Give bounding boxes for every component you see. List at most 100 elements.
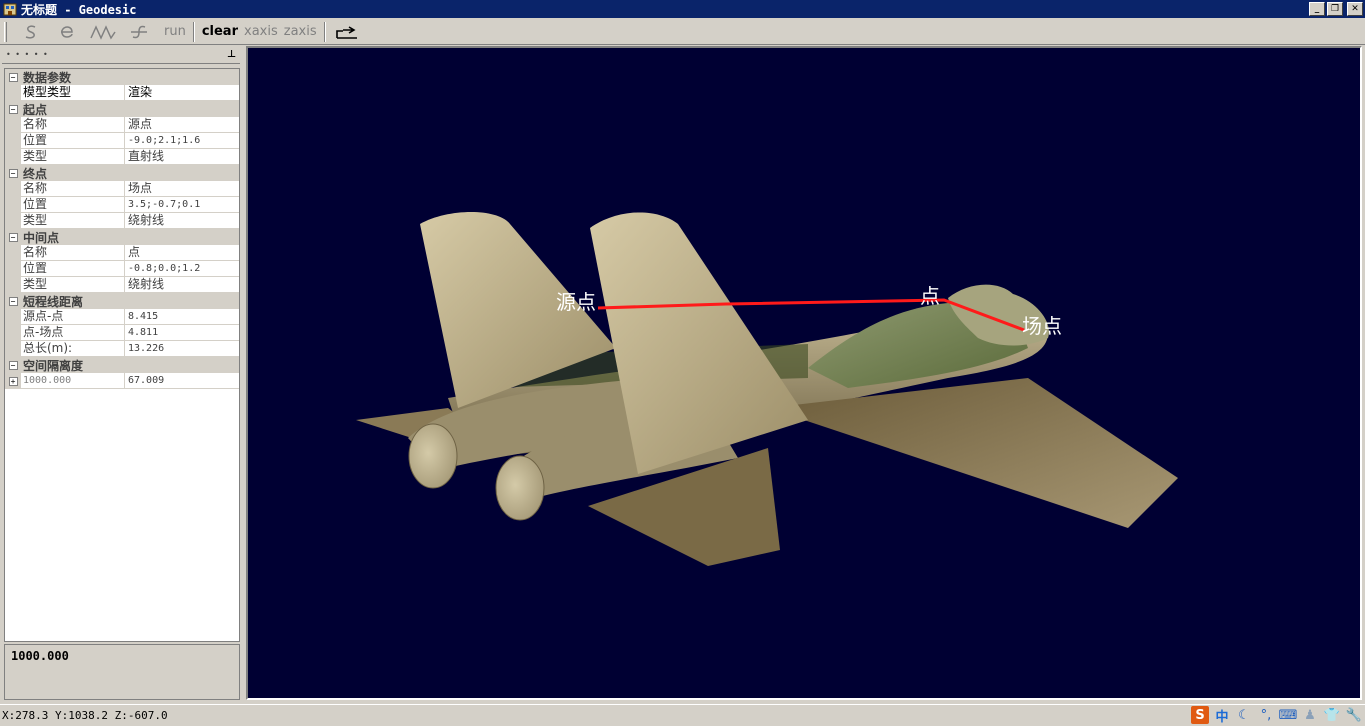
property-name: 位置 [21,261,125,277]
aircraft-model [356,212,1178,566]
coordinate-readout: X:278.3 Y:1038.2 Z:-607.0 [2,709,168,722]
clear-button[interactable]: clear [199,21,241,43]
property-value[interactable]: -9.0;2.1;1.6 [125,133,239,149]
close-button[interactable]: ✕ [1347,2,1363,16]
moon-icon[interactable]: ☾ [1235,706,1253,724]
s-curve-icon [25,24,36,39]
restore-button[interactable]: ❐ [1327,2,1343,16]
property-value[interactable]: 场点 [125,181,239,197]
3d-viewport[interactable]: 源点 点 场点 [246,46,1362,700]
user-icon[interactable]: ♟ [1301,706,1319,724]
minimize-icon: _ [1314,3,1320,14]
property-value[interactable]: 源点 [125,117,239,133]
toolbar: run clear xaxis zaxis [0,19,1365,45]
status-bar: X:278.3 Y:1038.2 Z:-607.0 S 中 ☾ °, ⌨ ♟ 👕… [0,704,1365,726]
panel-header: • • • • • ⊥ [2,46,240,64]
property-row[interactable]: 类型 绕射线 [5,277,239,293]
property-value[interactable]: -0.8;0.0;1.2 [125,261,239,277]
sogou-s-icon[interactable]: S [1191,706,1209,724]
app-icon [3,3,17,16]
property-name: 位置 [21,197,125,213]
toolbar-grip[interactable] [4,21,7,42]
property-name: 模型类型 [21,85,125,101]
mid-point-label: 点 [920,284,940,308]
run-button[interactable]: run [161,21,189,43]
property-name: 名称 [21,245,125,261]
property-value[interactable]: 8.415 [125,309,239,325]
property-name: 类型 [21,213,125,229]
category-mid[interactable]: − 中间点 [5,229,239,245]
category-end[interactable]: − 终点 [5,165,239,181]
property-name: 总长(m): [21,341,125,357]
property-name: 点-场点 [21,325,125,341]
property-row[interactable]: 位置 3.5;-0.7;0.1 [5,197,239,213]
punctuation-icon[interactable]: °, [1257,706,1275,724]
collapse-icon[interactable]: − [8,360,18,370]
skin-icon[interactable]: 👕 [1323,706,1341,724]
e-curve-icon [61,25,73,38]
property-value[interactable]: 67.009 [125,373,239,389]
minimize-button[interactable]: _ [1309,2,1325,16]
property-value[interactable]: 13.226 [125,341,239,357]
category-distance[interactable]: − 短程线距离 [5,293,239,309]
toolbar-separator [192,21,195,42]
tool-e-curve-button[interactable] [49,21,85,43]
property-name: 类型 [21,149,125,165]
collapse-icon[interactable]: − [8,104,18,114]
zigzag-icon [90,24,116,40]
property-value[interactable]: 4.811 [125,325,239,341]
collapse-icon[interactable]: − [8,168,18,178]
field-point-label: 场点 [1022,314,1062,338]
pin-icon[interactable]: ⊥ [227,49,236,60]
expand-icon[interactable]: + [8,376,18,386]
collapse-icon[interactable]: − [8,296,18,306]
property-row[interactable]: 点-场点 4.811 [5,325,239,341]
tool-s-curve-button[interactable] [13,21,49,43]
property-value[interactable]: 绕射线 [125,213,239,229]
property-row[interactable]: 名称 点 [5,245,239,261]
property-row[interactable]: 总长(m): 13.226 [5,341,239,357]
source-point-label: 源点 [556,290,596,314]
property-row[interactable]: 模型类型 渲染 [5,85,239,101]
property-row[interactable]: 位置 -0.8;0.0;1.2 [5,261,239,277]
property-row[interactable]: 名称 场点 [5,181,239,197]
export-button[interactable] [330,21,366,43]
tool-zigzag-button[interactable] [85,21,121,43]
property-value[interactable]: 绕射线 [125,277,239,293]
f-curve-icon [131,25,147,38]
tools-icon[interactable]: 🔧 [1345,706,1363,724]
property-value[interactable]: 渲染 [125,85,239,101]
close-icon: ✕ [1351,3,1359,14]
property-row[interactable]: 名称 源点 [5,117,239,133]
collapse-icon[interactable]: − [8,72,18,82]
category-space[interactable]: − 空间隔离度 [5,357,239,373]
zaxis-button[interactable]: zaxis [281,21,320,43]
property-row[interactable]: 源点-点 8.415 [5,309,239,325]
system-tray: S 中 ☾ °, ⌨ ♟ 👕 🔧 [1191,706,1363,725]
property-name: 源点-点 [21,309,125,325]
window-title: 无标题 - Geodesic [21,2,137,17]
property-row[interactable]: 位置 -9.0;2.1;1.6 [5,133,239,149]
properties-panel: • • • • • ⊥ − 数据参数 模型类型 渲染 − 起点 名称 源点 位置… [2,46,240,701]
panel-grip[interactable]: • • • • • [6,50,49,59]
tool-f-curve-button[interactable] [121,21,157,43]
property-name: 类型 [21,277,125,293]
property-grid: − 数据参数 模型类型 渲染 − 起点 名称 源点 位置 -9.0;2.1;1.… [4,68,240,642]
property-row[interactable]: 类型 绕射线 [5,213,239,229]
property-name: 名称 [21,117,125,133]
property-row[interactable]: + 1000.000 67.009 [5,373,239,389]
category-data[interactable]: − 数据参数 [5,69,239,85]
export-icon [335,25,357,39]
keyboard-icon[interactable]: ⌨ [1279,706,1298,724]
property-value[interactable]: 点 [125,245,239,261]
xaxis-button[interactable]: xaxis [241,21,281,43]
restore-icon: ❐ [1330,3,1340,14]
chinese-mode-icon[interactable]: 中 [1213,706,1231,725]
category-start[interactable]: − 起点 [5,101,239,117]
toolbar-separator [323,21,326,42]
title-bar: 无标题 - Geodesic _ ❐ ✕ [0,0,1365,18]
property-value[interactable]: 直射线 [125,149,239,165]
property-row[interactable]: 类型 直射线 [5,149,239,165]
property-value[interactable]: 3.5;-0.7;0.1 [125,197,239,213]
collapse-icon[interactable]: − [8,232,18,242]
